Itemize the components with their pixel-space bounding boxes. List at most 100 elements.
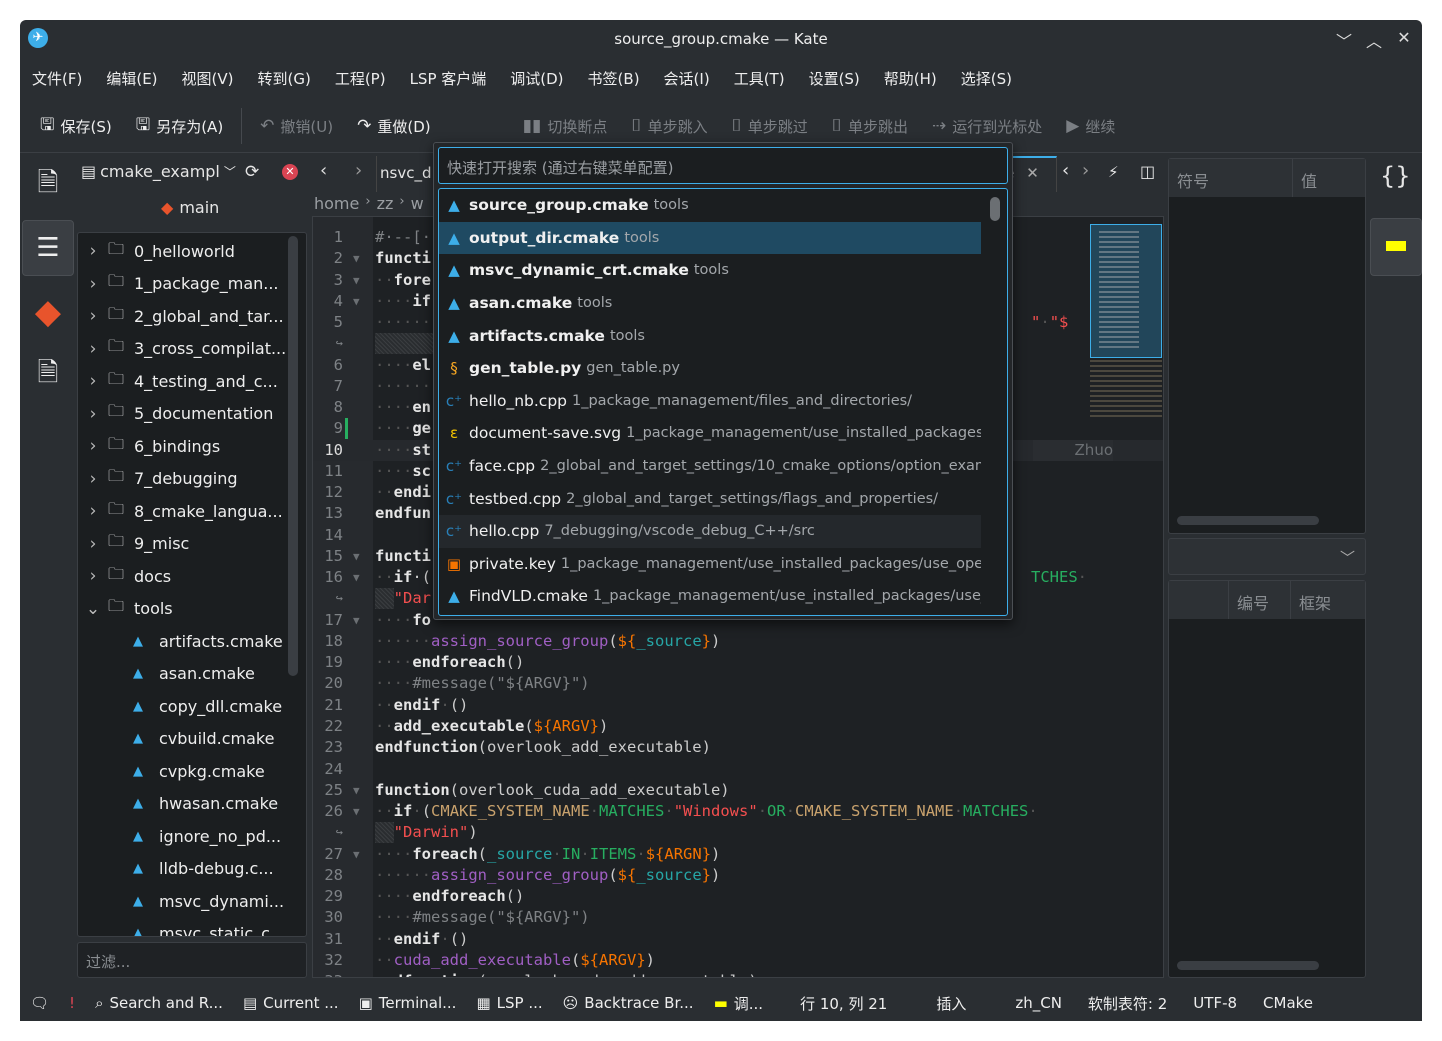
tree-item[interactable]: › 🗀 2_global_and_tar... [78, 300, 288, 332]
next-tab-button[interactable]: › [1082, 160, 1089, 181]
symbol-column-header[interactable]: 符号 [1169, 159, 1293, 197]
documents-button[interactable]: 🗎 [22, 158, 74, 214]
warning-panel-button[interactable]: ! [59, 994, 85, 1012]
reload-project-button[interactable]: ⟳ [245, 162, 259, 182]
terminal-panel-button[interactable]: ▣ Terminal... [349, 994, 467, 1012]
tree-item[interactable]: ▲ msvc_dynami... [78, 885, 288, 917]
menu-item[interactable]: LSP 客户端 [398, 64, 499, 94]
quick-open-item[interactable]: ▲ artifacts.cmake tools [439, 319, 981, 352]
undo-button[interactable]: ↶ 撤销(U) [248, 108, 345, 144]
chevron-right-icon[interactable]: › [78, 274, 108, 294]
quick-open-button[interactable]: ⚡ [1108, 163, 1119, 181]
menu-item[interactable]: 设置(S) [797, 64, 872, 94]
quick-open-item[interactable]: ɛ document-save.svg 1_package_management/u… [439, 417, 981, 450]
tree-item[interactable]: ▲ ignore_no_pd... [78, 820, 288, 852]
chevron-right-icon[interactable]: › [78, 501, 108, 521]
fold-arrow-icon[interactable]: ▼ [353, 801, 360, 822]
tab-back-button[interactable]: ‹ [320, 160, 327, 181]
tree-item[interactable]: › 🗀 0_helloworld [78, 235, 288, 267]
debug-panel-button[interactable]: ▬ 调... [704, 993, 774, 1014]
quick-open-item[interactable]: ▲ FindVLD.cmake 1_package_management/use_i… [439, 580, 981, 613]
stack-column-header[interactable] [1169, 581, 1229, 619]
tree-item[interactable]: ▲ hwasan.cmake [78, 788, 288, 820]
filesystem-button[interactable]: 🗎 [22, 348, 74, 404]
projects-button[interactable]: ☰ [22, 220, 74, 276]
tree-item[interactable]: › 🗀 7_debugging [78, 463, 288, 495]
menu-item[interactable]: 书签(B) [576, 64, 652, 94]
tree-item[interactable]: › 🗀 6_bindings [78, 430, 288, 462]
menu-item[interactable]: 工具(T) [722, 64, 797, 94]
tree-item[interactable]: › 🗀 3_cross_compilat... [78, 333, 288, 365]
status-syntax[interactable]: CMake [1250, 994, 1326, 1012]
menu-item[interactable]: 帮助(H) [872, 64, 949, 94]
quick-open-item[interactable]: c⁺ hello.cpp 7_debugging/vscode_debug_C++/… [439, 515, 981, 548]
fold-arrow-icon[interactable]: ▼ [353, 248, 360, 269]
chevron-right-icon[interactable]: › [78, 436, 108, 456]
chevron-down-icon[interactable]: ⌄ [78, 599, 108, 619]
menu-item[interactable]: 转到(G) [246, 64, 323, 94]
tree-item[interactable]: ▲ copy_dll.cmake [78, 690, 288, 722]
tree-item[interactable]: ▲ artifacts.cmake [78, 625, 288, 657]
quick-open-item[interactable]: c⁺ hello_nb.cpp 1_package_management/files… [439, 385, 981, 418]
save-button[interactable]: 🖫 保存(S) [20, 108, 124, 144]
chevron-right-icon[interactable]: › [78, 534, 108, 554]
step-out-button[interactable]: ⌷ 单步跳出 [820, 108, 920, 144]
quick-open-item[interactable]: ▲ msvc_dynamic_crt.cmake tools [439, 254, 981, 287]
menu-item[interactable]: 工程(P) [323, 64, 398, 94]
thread-dropdown[interactable]: ﹀ [1168, 538, 1366, 575]
debugger-button[interactable] [1370, 218, 1422, 276]
chevron-right-icon[interactable]: › [78, 404, 108, 424]
continue-button[interactable]: ▶ 继续 [1054, 108, 1127, 144]
prev-tab-button[interactable]: ‹ [1062, 160, 1069, 181]
filter-input[interactable]: 过滤... [77, 942, 307, 978]
variables-scrollbar[interactable] [1177, 516, 1319, 525]
status-language[interactable]: zh_CN [1002, 994, 1075, 1012]
tab-forward-button[interactable]: › [355, 160, 362, 181]
fold-arrow-icon[interactable]: ▼ [353, 844, 360, 865]
breadcrumb-item[interactable]: home [314, 194, 359, 213]
quick-open-item[interactable]: § gen_table.py gen_table.py [439, 352, 981, 385]
breadcrumb-item[interactable]: zz [377, 194, 394, 213]
tab-file[interactable]: nsvc_d [376, 156, 436, 192]
run-to-cursor-button[interactable]: ⇢ 运行到光标处 [920, 108, 1054, 144]
symbols-button[interactable]: {} [1380, 162, 1411, 190]
minimize-button[interactable]: ﹀ [1334, 28, 1354, 51]
close-window-button[interactable]: ✕ [1394, 28, 1414, 48]
tree-item[interactable]: › 🗀 4_testing_and_c... [78, 365, 288, 397]
step-into-button[interactable]: ⌷ 单步跳入 [619, 108, 719, 144]
tree-item[interactable]: ▲ asan.cmake [78, 658, 288, 690]
tree-item[interactable]: ▲ cvpkg.cmake [78, 755, 288, 787]
tree-scrollbar[interactable] [288, 236, 298, 676]
backtrace-panel-button[interactable]: ☹ Backtrace Br... [553, 994, 704, 1012]
project-selector[interactable]: ▤ cmake_exampl ﹀ [81, 162, 236, 181]
menu-item[interactable]: 调试(D) [498, 64, 575, 94]
chevron-right-icon[interactable]: › [78, 339, 108, 359]
chevron-right-icon[interactable]: › [78, 566, 108, 586]
menu-item[interactable]: 视图(V) [170, 64, 246, 94]
breadcrumb-item[interactable]: w [411, 194, 424, 213]
fold-arrow-icon[interactable]: ▼ [353, 546, 360, 567]
redo-button[interactable]: ↷ 重做(D) [345, 108, 443, 144]
tree-item[interactable]: › 🗀 9_misc [78, 528, 288, 560]
fold-arrow-icon[interactable]: ▼ [353, 567, 360, 588]
fold-arrow-icon[interactable]: ▼ [353, 291, 360, 312]
quick-open-item[interactable]: ▲ output_dir.cmake tools [439, 221, 981, 255]
tree-item[interactable]: › 🗀 8_cmake_langua... [78, 495, 288, 527]
search-panel-button[interactable]: ⌕ Search and R... [85, 994, 233, 1012]
chevron-right-icon[interactable]: › [78, 371, 108, 391]
quick-open-search-input[interactable]: 快速打开搜索 (通过右键菜单配置) [438, 147, 1008, 184]
tree-item[interactable]: › 🗀 docs [78, 560, 288, 592]
tree-item[interactable]: ▲ cvbuild.cmake [78, 723, 288, 755]
value-column-header[interactable]: 值 [1293, 159, 1365, 197]
fold-arrow-icon[interactable]: ▼ [353, 780, 360, 801]
chevron-right-icon[interactable]: › [78, 469, 108, 489]
tree-item[interactable]: ▲ lldb-debug.c... [78, 853, 288, 885]
maximize-button[interactable]: ︿ [1364, 28, 1384, 51]
breakpoint-button[interactable]: ▮▮ 切换断点 [511, 108, 620, 144]
tree-item[interactable]: ⌄ 🗀 tools [78, 593, 288, 625]
tree-item[interactable]: › 🗀 1_package_man... [78, 268, 288, 300]
stack-scrollbar[interactable] [1177, 961, 1319, 970]
message-panel-button[interactable]: 🗨 [20, 994, 59, 1012]
close-project-button[interactable]: ✕ [282, 164, 298, 180]
git-branch[interactable]: ◆ main [161, 198, 219, 217]
